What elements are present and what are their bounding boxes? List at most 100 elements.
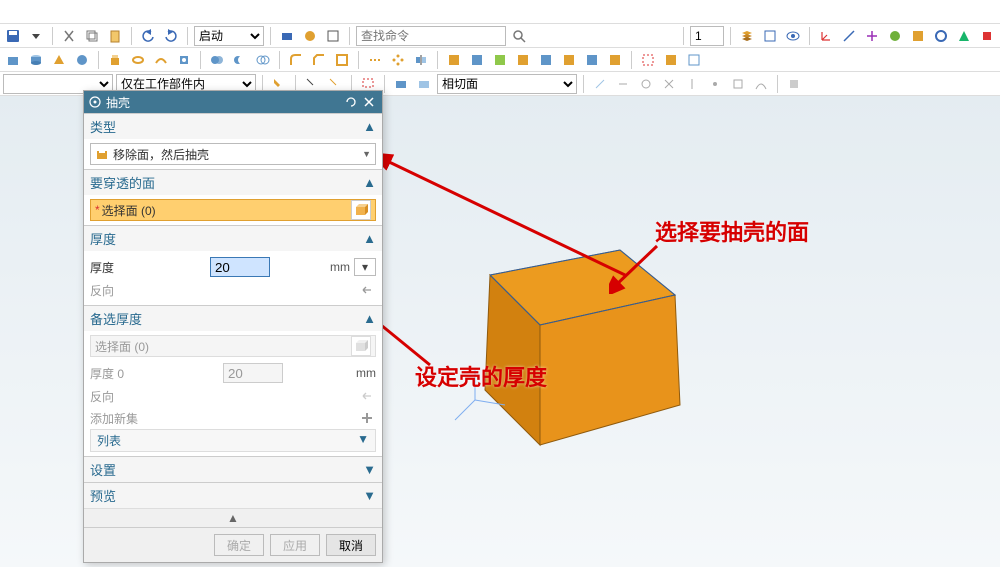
type-dropdown[interactable]: 移除面，然后抽壳 ▼ (90, 143, 376, 165)
thickness-unit-dropdown[interactable]: ▾ (354, 258, 376, 276)
add-new-icon[interactable] (358, 409, 376, 427)
pattern-circ-icon[interactable] (388, 50, 408, 70)
snap-h-icon[interactable] (751, 74, 771, 94)
group-k-icon[interactable] (684, 50, 704, 70)
redo-icon[interactable] (161, 26, 181, 46)
group-e-icon[interactable] (536, 50, 556, 70)
cut-icon[interactable] (59, 26, 79, 46)
alt-list-row[interactable]: 列表 ▼ (90, 429, 376, 452)
section-pierce-header[interactable]: 要穿透的面 ▲ (84, 170, 382, 195)
snap-c-icon[interactable] (636, 74, 656, 94)
model-cube[interactable] (430, 230, 710, 460)
shell-icon[interactable] (332, 50, 352, 70)
revolve-icon[interactable] (128, 50, 148, 70)
dropdown-icon[interactable] (26, 26, 46, 46)
chevron-up-icon[interactable]: ▲ (363, 175, 376, 190)
subtract-icon[interactable] (230, 50, 250, 70)
group-f-icon[interactable] (559, 50, 579, 70)
dialog-collapse-icon[interactable]: ▲ (84, 508, 382, 527)
hole-icon[interactable] (174, 50, 194, 70)
group-j-icon[interactable] (661, 50, 681, 70)
group-c-icon[interactable] (490, 50, 510, 70)
close-icon[interactable] (360, 93, 378, 111)
snap-f-icon[interactable] (705, 74, 725, 94)
section-type-header[interactable]: 类型 ▲ (84, 114, 382, 139)
alt-select-face-row[interactable]: 选择面 (0) (90, 335, 376, 357)
snap-d-icon[interactable] (659, 74, 679, 94)
alt-select-face-label: 选择面 (0) (95, 338, 149, 355)
pattern-linear-icon[interactable] (365, 50, 385, 70)
reverse-direction-icon[interactable] (358, 281, 376, 299)
snap-b-icon[interactable] (613, 74, 633, 94)
group-g-icon[interactable] (582, 50, 602, 70)
shell-dialog: 抽壳 类型 ▲ 移除面，然后抽壳 ▼ 要穿透的面 ▲ * 选择面 (0) (83, 90, 383, 563)
chevron-up-icon[interactable]: ▲ (363, 311, 376, 326)
toolbar-btn-a[interactable] (277, 26, 297, 46)
snap-a-icon[interactable] (590, 74, 610, 94)
measure-icon[interactable] (839, 26, 859, 46)
extrude-icon[interactable] (105, 50, 125, 70)
sphere-icon[interactable] (72, 50, 92, 70)
copy-icon[interactable] (82, 26, 102, 46)
section-settings-header[interactable]: 设置 ▼ (84, 457, 382, 482)
toolbar-btn-c[interactable] (323, 26, 343, 46)
group-h-icon[interactable] (605, 50, 625, 70)
misc-b-icon[interactable] (908, 26, 928, 46)
visibility-icon[interactable] (783, 26, 803, 46)
pick-cube-icon[interactable] (414, 74, 434, 94)
group-a-icon[interactable] (444, 50, 464, 70)
unite-icon[interactable] (207, 50, 227, 70)
facepick-combo[interactable]: 相切面 (437, 74, 577, 94)
cone-icon[interactable] (49, 50, 69, 70)
cylinder-icon[interactable] (26, 50, 46, 70)
number-input[interactable] (690, 26, 724, 46)
search-icon[interactable] (509, 26, 529, 46)
chevron-down-icon[interactable]: ▼ (363, 488, 376, 503)
search-command-input[interactable] (356, 26, 506, 46)
coord-icon[interactable] (816, 26, 836, 46)
sweep-icon[interactable] (151, 50, 171, 70)
section-thickness-header[interactable]: 厚度 ▲ (84, 226, 382, 251)
section-preview-header[interactable]: 预览 ▼ (84, 483, 382, 508)
restore-icon[interactable] (342, 93, 360, 111)
chevron-up-icon[interactable]: ▲ (363, 119, 376, 134)
snap-last-icon[interactable] (784, 74, 804, 94)
misc-d-icon[interactable] (954, 26, 974, 46)
start-combo[interactable]: 启动 (194, 26, 264, 46)
axis-icon[interactable] (862, 26, 882, 46)
thickness-input[interactable] (210, 257, 270, 277)
misc-e-icon[interactable] (977, 26, 997, 46)
misc-c-icon[interactable] (931, 26, 951, 46)
select-face-row[interactable]: * 选择面 (0) (90, 199, 376, 221)
face-picker-icon[interactable] (351, 200, 371, 220)
group-b-icon[interactable] (467, 50, 487, 70)
snap-e-icon[interactable] (682, 74, 702, 94)
misc-a-icon[interactable] (885, 26, 905, 46)
dialog-titlebar[interactable]: 抽壳 (84, 91, 382, 113)
snap-g-icon[interactable] (728, 74, 748, 94)
wireframe-icon[interactable] (760, 26, 780, 46)
layers-icon[interactable] (737, 26, 757, 46)
placeholder-icon[interactable] (3, 2, 23, 22)
chevron-down-icon[interactable]: ▼ (363, 462, 376, 477)
group-d-icon[interactable] (513, 50, 533, 70)
ok-button[interactable]: 确定 (214, 534, 264, 556)
undo-icon[interactable] (138, 26, 158, 46)
chevron-down-icon: ▼ (357, 432, 369, 446)
save-icon[interactable] (3, 26, 23, 46)
fillet-icon[interactable] (286, 50, 306, 70)
mirror-icon[interactable] (411, 50, 431, 70)
intersect-icon[interactable] (253, 50, 273, 70)
pick-add-icon[interactable] (391, 74, 411, 94)
paste-icon[interactable] (105, 26, 125, 46)
chevron-up-icon[interactable]: ▲ (363, 231, 376, 246)
group-i-icon[interactable] (638, 50, 658, 70)
cancel-button[interactable]: 取消 (326, 534, 376, 556)
box-icon[interactable] (3, 50, 23, 70)
alt-face-picker-icon[interactable] (351, 336, 371, 356)
apply-button[interactable]: 应用 (270, 534, 320, 556)
toolbar-btn-b[interactable] (300, 26, 320, 46)
section-preview-title: 预览 (90, 486, 116, 505)
chamfer-icon[interactable] (309, 50, 329, 70)
section-alt-thickness-header[interactable]: 备选厚度 ▲ (84, 306, 382, 331)
